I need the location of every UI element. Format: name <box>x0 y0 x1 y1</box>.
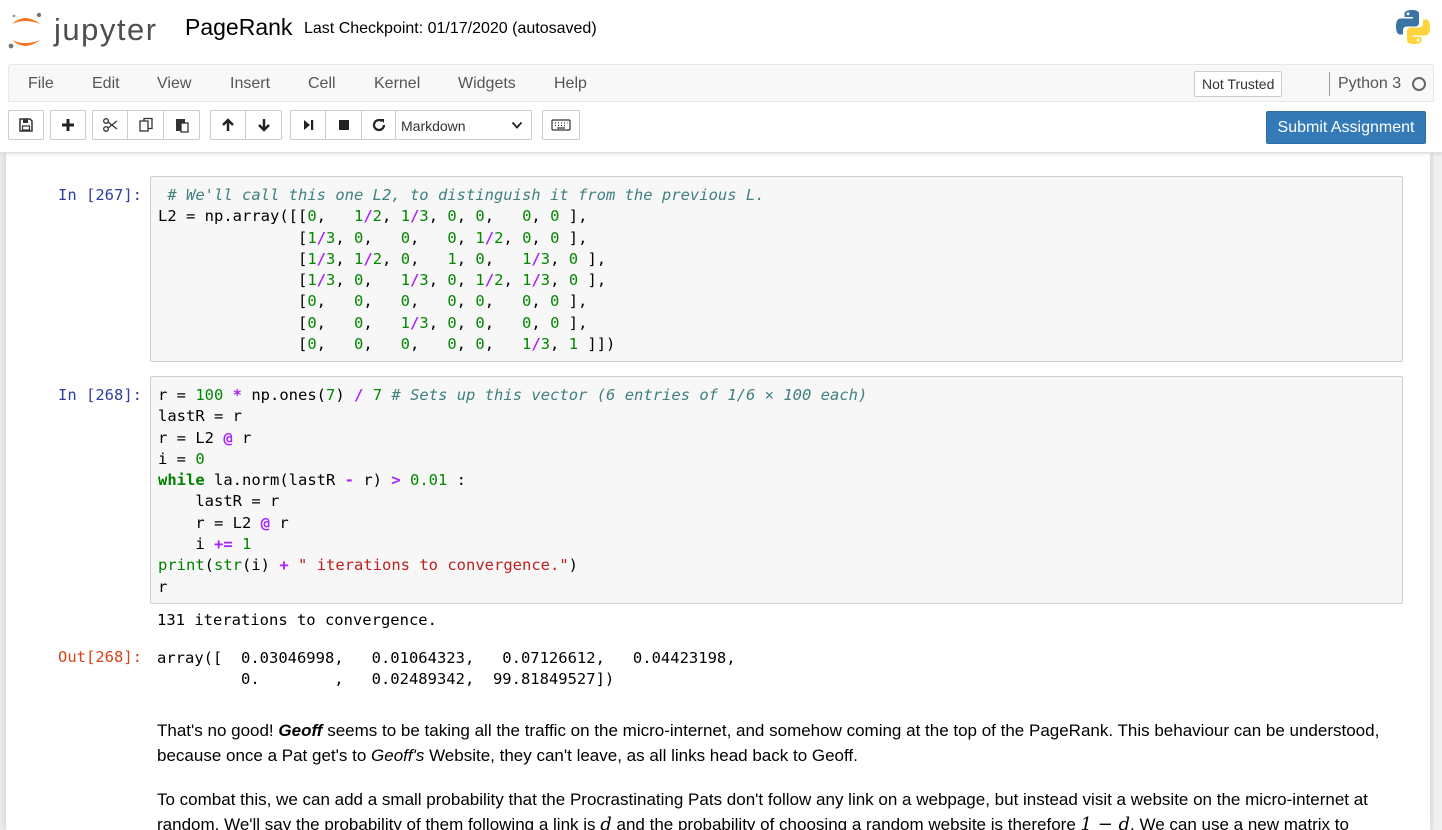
toolbar: Markdown Submit Assignment <box>8 103 1434 149</box>
step-forward-icon <box>304 120 314 130</box>
jupyter-logo-icon <box>8 12 42 49</box>
markdown-paragraph-2: To combat this, we can add a small proba… <box>157 787 1397 830</box>
cell-1-input[interactable]: # We'll call this one L2, to distinguish… <box>150 176 1403 362</box>
copy-icon <box>138 117 153 132</box>
kernel-idle-icon <box>1412 77 1426 91</box>
menu-cell[interactable]: Cell <box>308 75 336 93</box>
notebook-name[interactable]: PageRank <box>185 14 292 41</box>
plus-icon <box>62 119 74 131</box>
scissors-icon <box>103 118 118 132</box>
cell-2-out-prompt: Out[268]: <box>58 648 142 666</box>
jupyter-logo[interactable]: jupyter <box>6 8 166 54</box>
keyboard-icon <box>551 119 571 131</box>
cell-1-prompt: In [267]: <box>58 186 142 204</box>
copy-button[interactable] <box>128 110 164 140</box>
cell-2-stdout: 131 iterations to convergence. <box>157 611 437 629</box>
cell-2-code: r = 100 * np.ones(7) / 7 # Sets up this … <box>158 386 868 596</box>
refresh-icon <box>372 118 385 132</box>
stop-icon <box>338 120 349 130</box>
insert-cell-button[interactable] <box>50 110 86 140</box>
math-d: d <box>600 814 612 830</box>
move-down-button[interactable] <box>246 110 282 140</box>
arrow-up-icon <box>222 118 234 131</box>
emph-geoff: Geoff <box>278 721 323 740</box>
menu-widgets[interactable]: Widgets <box>458 75 516 93</box>
restart-button[interactable] <box>362 110 396 140</box>
menu-view[interactable]: View <box>157 75 191 93</box>
menubar: File Edit View Insert Cell Kernel Widget… <box>8 64 1434 102</box>
cut-button[interactable] <box>92 110 128 140</box>
paste-icon <box>175 119 189 133</box>
arrow-down-icon <box>257 119 270 132</box>
menu-help[interactable]: Help <box>554 75 587 93</box>
scrollbar[interactable] <box>1434 153 1442 830</box>
header: jupyter PageRank Last Checkpoint: 01/17/… <box>0 0 1442 153</box>
checkpoint-status: Last Checkpoint: 01/17/2020 (autosaved) <box>304 20 597 37</box>
cell-type-select[interactable]: Markdown <box>395 110 532 140</box>
kernel-separator <box>1329 72 1330 96</box>
menu-insert[interactable]: Insert <box>230 75 270 93</box>
move-up-button[interactable] <box>210 110 246 140</box>
run-button[interactable] <box>290 110 326 140</box>
cell-1-code: # We'll call this one L2, to distinguish… <box>158 186 765 354</box>
markdown-paragraph-1: That's no good! Geoff seems to be taking… <box>157 721 1380 765</box>
cell-type-value: Markdown <box>401 118 466 134</box>
chevron-down-icon <box>511 121 523 129</box>
submit-assignment-button[interactable]: Submit Assignment <box>1266 111 1426 144</box>
kernel-name: Python 3 <box>1338 75 1402 92</box>
notebook-container: In [267]: # We'll call this one L2, to d… <box>0 153 1442 830</box>
save-button[interactable] <box>8 110 44 140</box>
cell-2-prompt: In [268]: <box>58 386 142 404</box>
menu-kernel[interactable]: Kernel <box>374 75 420 93</box>
math-one-minus-d: 1 − d <box>1080 814 1131 830</box>
menu-edit[interactable]: Edit <box>92 75 120 93</box>
trust-button[interactable]: Not Trusted <box>1194 71 1283 97</box>
paste-button[interactable] <box>164 110 200 140</box>
cell-2-output: array([ 0.03046998, 0.01064323, 0.071266… <box>157 649 736 689</box>
logo-text: jupyter <box>54 12 158 47</box>
python-logo-icon <box>1396 10 1430 44</box>
cell-2-input[interactable]: r = 100 * np.ones(7) / 7 # Sets up this … <box>150 376 1403 604</box>
floppy-icon <box>19 118 33 132</box>
menu-file[interactable]: File <box>28 75 54 93</box>
markdown-cell: That's no good! Geoff seems to be taking… <box>157 718 1397 830</box>
emph-geoffs: Geoff's <box>371 746 425 765</box>
command-palette-button[interactable] <box>542 110 580 140</box>
notebook-page: In [267]: # We'll call this one L2, to d… <box>6 153 1430 830</box>
interrupt-button[interactable] <box>326 110 362 140</box>
